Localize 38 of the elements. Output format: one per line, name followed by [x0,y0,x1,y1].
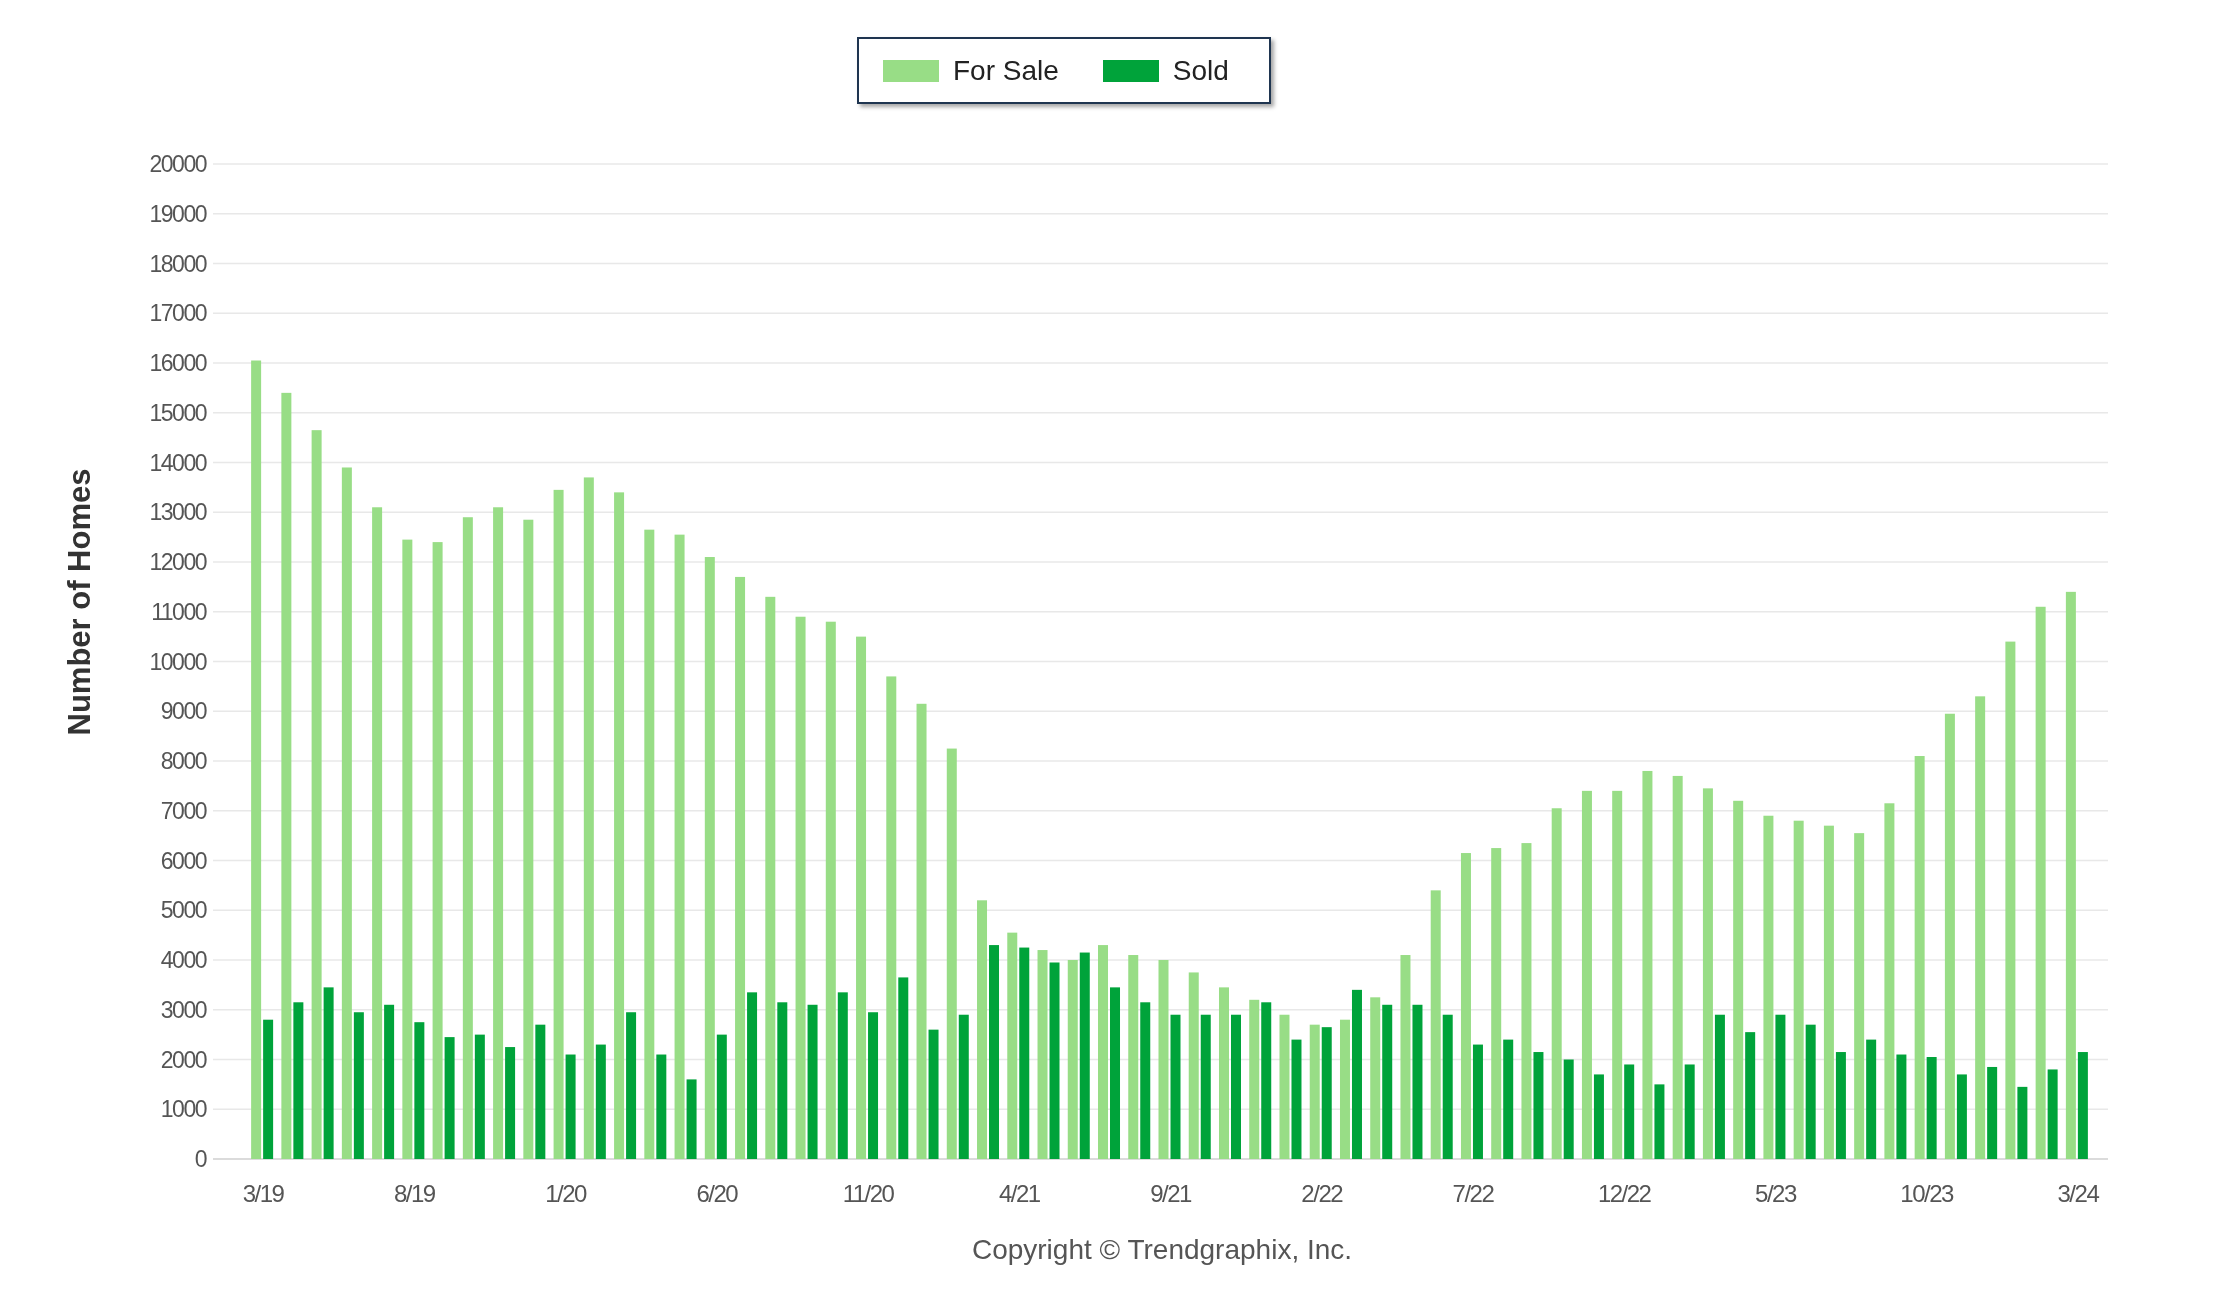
legend-label: Sold [1172,54,1229,87]
axis-tick-label: 1/20 [545,1180,586,1207]
axis-tick-label: 14000 [149,449,206,476]
axis-tick-label: 2000 [160,1046,206,1073]
axis-tick-label: 8/19 [394,1180,435,1207]
axis-tick-label: 4000 [160,947,206,973]
axis-tick-label: 11/20 [842,1180,894,1207]
axis-tick-label: 18000 [149,250,206,277]
axis-tick-label: 10/23 [1900,1180,1953,1207]
axis-tick-label: 16000 [149,350,206,376]
axis-tick-label: 19000 [149,200,206,227]
axis-tick-label: 3/24 [2057,1180,2099,1207]
copyright-text: Copyright © Trendgraphix, Inc. [971,1234,1353,1266]
axis-tick-label: 5/23 [1755,1180,1796,1207]
axis-tick-label: 9000 [160,698,206,725]
axis-tick-label: 8000 [160,748,206,774]
axis-tick-label: 1000 [160,1096,206,1123]
axis-tick-label: 4/21 [998,1180,1040,1207]
axis-title: Number of Homes [62,468,98,736]
axis-tick-label: 2/22 [1301,1180,1343,1207]
axis-tick-label: 11000 [151,598,206,625]
axis-tick-label: 15000 [149,399,206,426]
axis-tick-label: 12000 [149,549,206,575]
axis-tick-label: 10000 [149,648,206,675]
axis-tick-label: 0 [194,1146,206,1172]
axis-tick-label: 7/22 [1452,1180,1494,1207]
axis-tick-label: 7000 [160,797,206,824]
axis-tick-label: 5000 [160,897,206,924]
axis-tick-label: 12/22 [1597,1180,1651,1207]
axis-tick-label: 3/19 [242,1180,284,1207]
axis-tick-label: 17000 [149,300,206,327]
axis-tick-label: 6000 [160,847,206,874]
axis-tick-label: 13000 [149,499,206,526]
axis-tick-label: 6/20 [696,1180,738,1207]
axis-tick-label: 20000 [149,151,206,177]
axis-tick-label: 9/21 [1150,1180,1191,1207]
legend-label: For Sale [953,54,1059,87]
axis-tick-label: 3000 [160,996,206,1023]
